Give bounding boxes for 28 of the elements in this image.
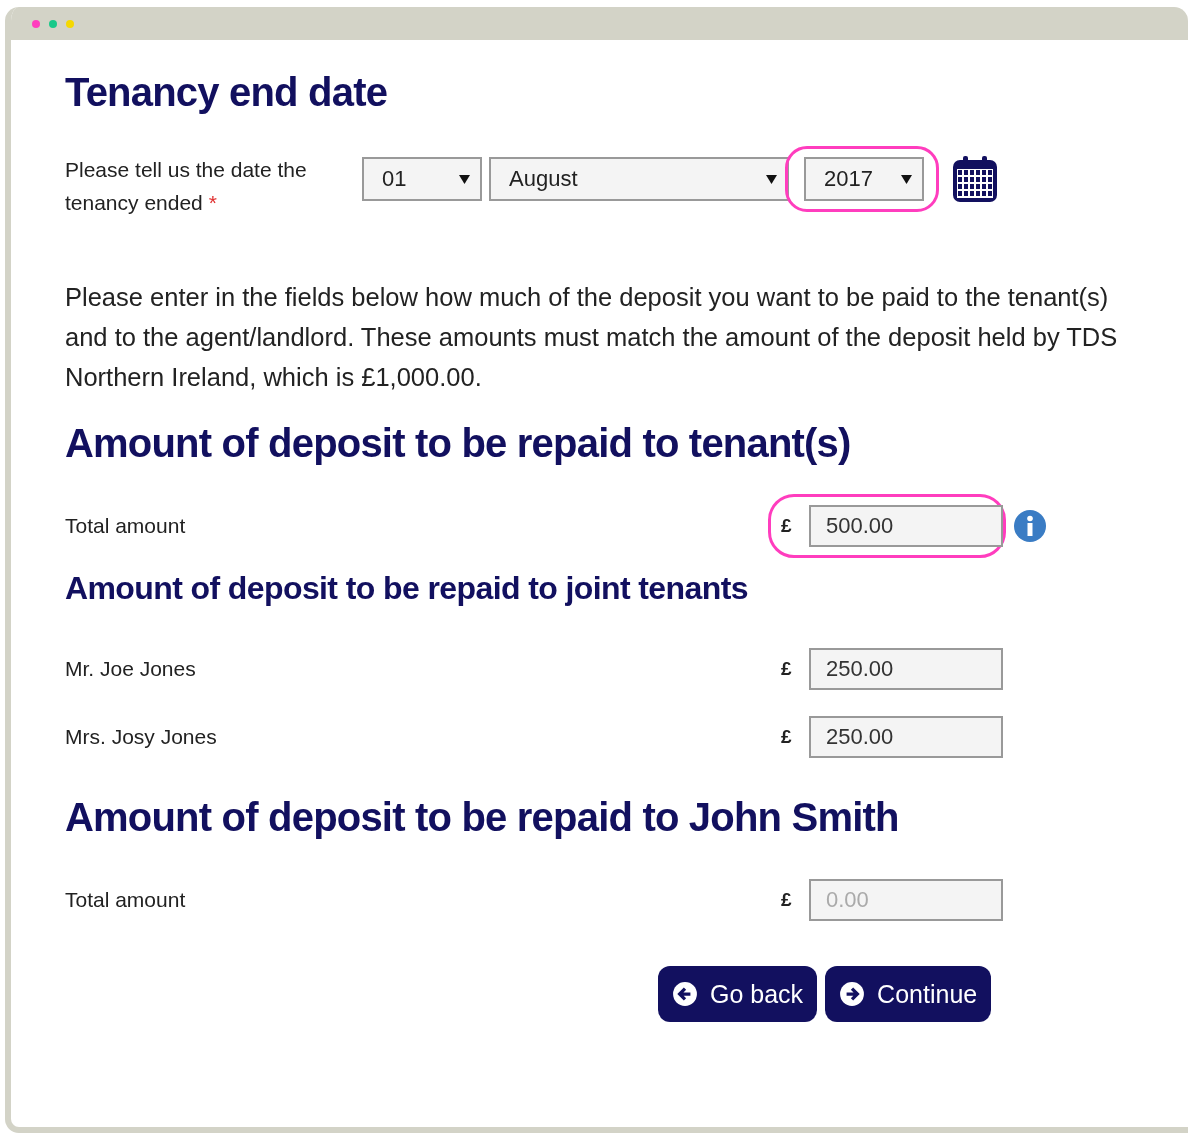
- calendar-icon[interactable]: [952, 155, 998, 203]
- field-label: Mr. Joe Jones: [65, 657, 197, 681]
- section-heading: Amount of deposit to be repaid to John Smith: [65, 795, 900, 840]
- dropdown-select[interactable]: 01: [362, 157, 482, 201]
- section-heading: Amount of deposit to be repaid to joint tenants: [65, 570, 749, 607]
- currency-symbol: £: [781, 726, 793, 748]
- caret-icon: [459, 174, 470, 184]
- nav-button[interactable]: Continue: [825, 966, 992, 1022]
- amount-field[interactable]: 0.00: [809, 879, 1003, 921]
- nav-button[interactable]: Go back: [658, 966, 818, 1022]
- field-label: Mrs. Josy Jones: [65, 725, 218, 749]
- amount-field[interactable]: 500.00: [809, 505, 1003, 547]
- currency-symbol: £: [781, 658, 793, 680]
- currency-symbol: £: [781, 515, 793, 537]
- caret-icon: [901, 174, 912, 184]
- field-label: Total amount: [65, 514, 187, 538]
- page-heading: Tenancy end date: [65, 70, 389, 115]
- caret-icon: [766, 174, 777, 184]
- section-heading: Amount of deposit to be repaid to tenant(s): [65, 421, 852, 466]
- instructions-text: Please enter in the fields below how much of the deposit you want to be paid to the tenant(s) and to the agent/landlord. These amounts must match the amount of the deposit held by TDS Northern Ireland, which is £1,000.00.: [65, 282, 1119, 393]
- amount-field[interactable]: 250.00: [809, 648, 1003, 690]
- dropdown-select[interactable]: 2017: [804, 157, 924, 201]
- dropdown-select[interactable]: August: [489, 157, 789, 201]
- info-icon[interactable]: [1014, 510, 1046, 542]
- currency-symbol: £: [781, 889, 793, 911]
- field-label: Total amount: [65, 888, 187, 912]
- date-label: Please tell us the date the tenancy ended *: [65, 157, 308, 216]
- amount-field[interactable]: 250.00: [809, 716, 1003, 758]
